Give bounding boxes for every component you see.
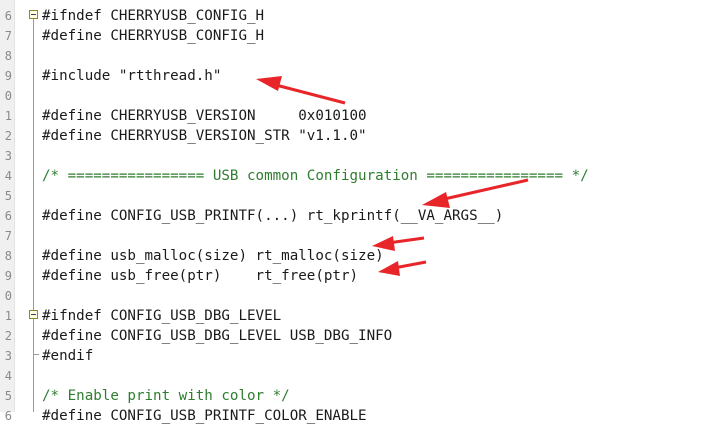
code-line[interactable]: 0 xyxy=(0,286,706,306)
code-text[interactable]: #endif xyxy=(42,346,93,366)
line-number: 5 xyxy=(4,189,12,203)
line-number: 9 xyxy=(4,269,12,283)
fold-toggle-icon[interactable] xyxy=(29,10,38,19)
code-line[interactable]: 3 #endif xyxy=(0,346,706,366)
line-number: 3 xyxy=(4,149,12,163)
code-line[interactable]: 7 xyxy=(0,226,706,246)
line-number: 2 xyxy=(4,329,12,343)
code-text[interactable]: #define CHERRYUSB_VERSION 0x010100 xyxy=(42,106,367,126)
code-line[interactable]: 6 #define CONFIG_USB_PRINTF(...) rt_kprin… xyxy=(0,206,706,226)
line-number: 4 xyxy=(4,369,12,383)
code-line[interactable]: 2 #define CHERRYUSB_VERSION_STR "v1.1.0" xyxy=(0,126,706,146)
code-line[interactable]: 0 xyxy=(0,86,706,106)
fold-toggle-icon[interactable] xyxy=(29,310,38,319)
code-text[interactable]: #define usb_free(ptr) rt_free(ptr) xyxy=(42,266,358,286)
code-line[interactable]: 4 xyxy=(0,366,706,386)
code-text[interactable]: #define CONFIG_USB_PRINTF_COLOR_ENABLE xyxy=(42,406,367,426)
code-line[interactable]: 2 #define CONFIG_USB_DBG_LEVEL USB_DBG_IN… xyxy=(0,326,706,346)
code-line[interactable]: 5 /* Enable print with color */ xyxy=(0,386,706,406)
line-number: 6 xyxy=(4,209,12,223)
line-number: 3 xyxy=(4,349,12,363)
line-number: 2 xyxy=(4,129,12,143)
code-line[interactable]: 8 xyxy=(0,46,706,66)
code-line[interactable]: 8 #define usb_malloc(size) rt_malloc(size… xyxy=(0,246,706,266)
code-editor[interactable]: 6 #ifndef CHERRYUSB_CONFIG_H 7 #define CHER… xyxy=(0,0,706,424)
line-number: 8 xyxy=(4,249,12,263)
code-text[interactable]: #define usb_malloc(size) rt_malloc(size) xyxy=(42,246,384,266)
code-line[interactable]: 6 #define CONFIG_USB_PRINTF_COLOR_ENABLE xyxy=(0,406,706,426)
line-number: 4 xyxy=(4,169,12,183)
line-number: 5 xyxy=(4,389,12,403)
code-text[interactable]: #define CONFIG_USB_DBG_LEVEL USB_DBG_INF… xyxy=(42,326,392,346)
code-line[interactable]: 7 #define CHERRYUSB_CONFIG_H xyxy=(0,26,706,46)
line-number: 0 xyxy=(4,289,12,303)
code-line[interactable]: 9 #define usb_free(ptr) rt_free(ptr) xyxy=(0,266,706,286)
code-line[interactable]: 4 /* ================ USB common Configur… xyxy=(0,166,706,186)
code-line[interactable]: 9 #include "rtthread.h" xyxy=(0,66,706,86)
code-line[interactable]: 6 #ifndef CHERRYUSB_CONFIG_H xyxy=(0,6,706,26)
code-text[interactable]: #ifndef CHERRYUSB_CONFIG_H xyxy=(42,6,264,26)
line-number: 0 xyxy=(4,89,12,103)
line-number: 8 xyxy=(4,49,12,63)
fold-guide-line xyxy=(33,14,34,412)
fold-end-marker xyxy=(33,354,39,355)
line-number: 9 xyxy=(4,69,12,83)
code-text[interactable]: #include "rtthread.h" xyxy=(42,66,221,86)
line-number: 6 xyxy=(4,9,12,23)
code-text[interactable]: #define CONFIG_USB_PRINTF(...) rt_kprint… xyxy=(42,206,503,226)
code-line[interactable]: 5 xyxy=(0,186,706,206)
code-text[interactable]: #define CHERRYUSB_VERSION_STR "v1.1.0" xyxy=(42,126,367,146)
line-number: 7 xyxy=(4,229,12,243)
code-line[interactable]: 1 #define CHERRYUSB_VERSION 0x010100 xyxy=(0,106,706,126)
code-text[interactable]: #define CHERRYUSB_CONFIG_H xyxy=(42,26,264,46)
code-comment[interactable]: /* Enable print with color */ xyxy=(42,386,290,406)
line-number: 1 xyxy=(4,309,12,323)
code-comment[interactable]: /* ================ USB common Configura… xyxy=(42,166,589,186)
line-number: 1 xyxy=(4,109,12,123)
code-line[interactable]: 3 xyxy=(0,146,706,166)
code-line[interactable]: 1 #ifndef CONFIG_USB_DBG_LEVEL xyxy=(0,306,706,326)
code-text[interactable]: #ifndef CONFIG_USB_DBG_LEVEL xyxy=(42,306,281,326)
line-number: 6 xyxy=(4,409,12,423)
line-number: 7 xyxy=(4,29,12,43)
